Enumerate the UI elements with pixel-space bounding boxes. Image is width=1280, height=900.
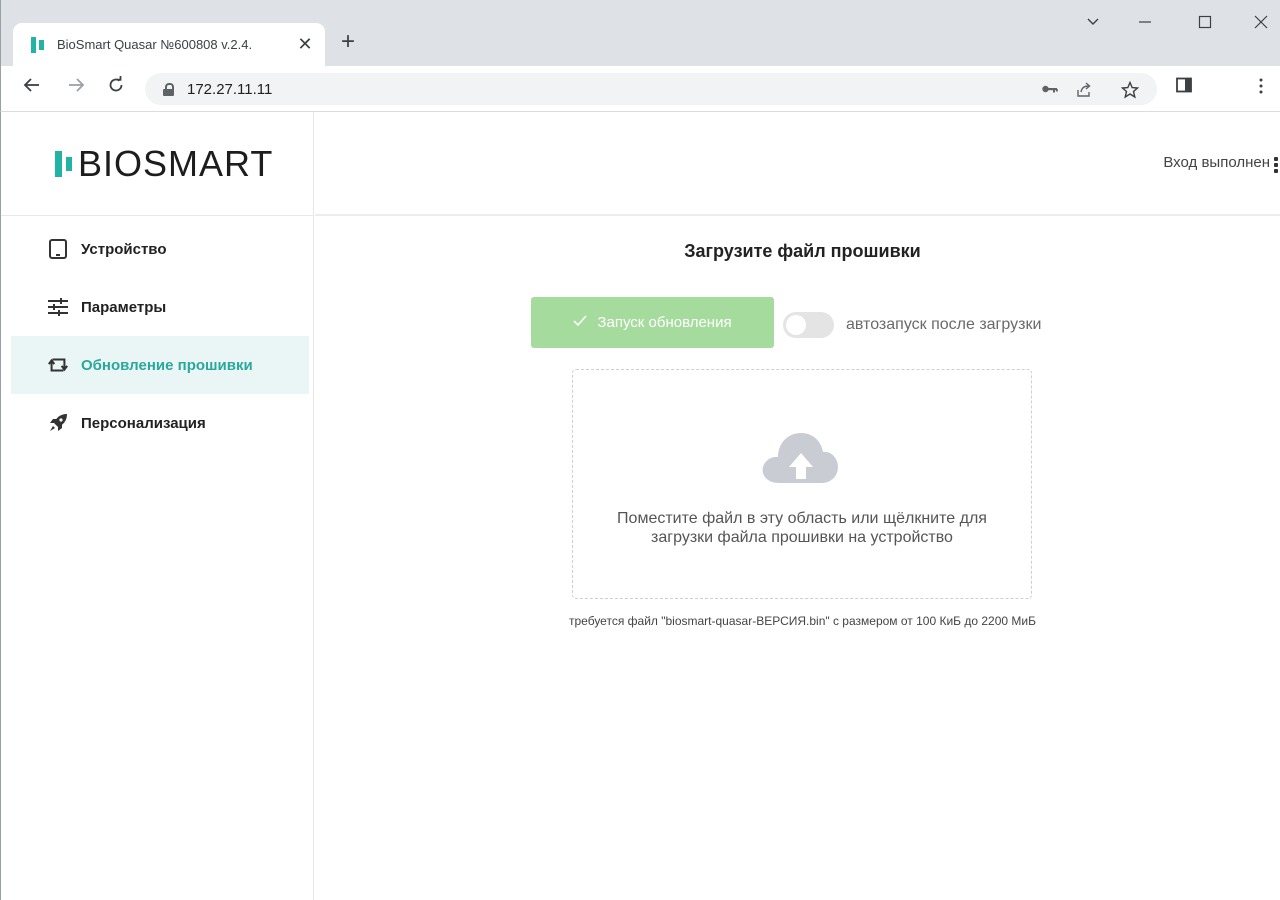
tab-title: BioSmart Quasar №600808 v.2.4. xyxy=(57,37,253,52)
dropzone-text-line-1: Поместите файл в эту область или щёлкнит… xyxy=(617,510,987,527)
sidebar-item-firmware-update[interactable]: Обновление прошивки xyxy=(11,336,309,394)
start-update-button[interactable]: Запуск обновления xyxy=(531,297,774,348)
file-requirements-hint: требуется файл "biosmart-quasar-ВЕРСИЯ.b… xyxy=(569,614,1036,628)
main-content: Загрузите файл прошивки Запуск обновлени… xyxy=(315,216,1280,900)
check-icon xyxy=(573,314,588,331)
sidebar-item-label: Обновление прошивки xyxy=(81,356,253,374)
browser-tab[interactable]: BioSmart Quasar №600808 v.2.4. ✕ xyxy=(13,23,325,66)
sidebar-menu: Устройство Параметры Обновление прошивки… xyxy=(1,216,313,452)
sidebar-item-device[interactable]: Устройство xyxy=(1,220,313,278)
maximize-icon[interactable] xyxy=(1198,14,1212,32)
user-status[interactable]: Вход выполнен xyxy=(1163,154,1270,171)
sidebar-item-label: Устройство xyxy=(81,240,167,258)
bookmark-star-icon[interactable] xyxy=(1120,80,1140,104)
dropzone-text: Поместите файл в эту область или щёлкнит… xyxy=(573,509,1031,547)
header: Вход выполнен xyxy=(315,112,1280,216)
browser-menu-icon[interactable] xyxy=(1258,77,1264,100)
minimize-icon[interactable] xyxy=(1138,14,1152,32)
dropzone-text-line-2: загрузки файла прошивки на устройство xyxy=(651,529,953,546)
browser-toolbar: 172.27.11.11 xyxy=(0,66,1280,112)
reload-icon[interactable] xyxy=(107,76,125,99)
rocket-icon xyxy=(47,412,69,434)
logo[interactable]: BIOSMART xyxy=(1,112,313,216)
close-tab-icon[interactable]: ✕ xyxy=(295,34,315,55)
sidebar-item-parameters[interactable]: Параметры xyxy=(1,278,313,336)
sync-icon xyxy=(47,354,69,376)
url-text: 172.27.11.11 xyxy=(187,80,273,98)
browser-tabstrip: BioSmart Quasar №600808 v.2.4. ✕ + xyxy=(0,0,1280,66)
side-panel-icon[interactable] xyxy=(1176,77,1192,98)
address-bar[interactable]: 172.27.11.11 xyxy=(145,73,1157,105)
sidebar-item-personalization[interactable]: Персонализация xyxy=(1,394,313,452)
tablet-icon xyxy=(47,238,69,260)
sidebar-item-label: Параметры xyxy=(81,298,167,316)
biosmart-favicon-icon xyxy=(31,36,47,53)
share-icon[interactable] xyxy=(1075,81,1093,104)
logo-text: BIOSMART xyxy=(78,142,274,184)
start-update-label: Запуск обновления xyxy=(597,314,732,331)
new-tab-button[interactable]: + xyxy=(341,30,355,54)
biosmart-logo-icon xyxy=(55,150,72,177)
window-close-icon[interactable] xyxy=(1254,14,1268,32)
lock-icon[interactable] xyxy=(163,82,174,96)
sidebar-item-label: Персонализация xyxy=(81,414,206,432)
sidebar: BIOSMART Устройство Параметры Обновление… xyxy=(0,112,314,900)
page-title: Загрузите файл прошивки xyxy=(684,241,921,261)
tab-search-icon[interactable] xyxy=(1086,14,1100,32)
autostart-toggle[interactable] xyxy=(783,312,834,338)
user-menu-icon[interactable] xyxy=(1274,157,1278,175)
cloud-upload-icon xyxy=(761,425,841,490)
key-icon[interactable] xyxy=(1041,81,1059,102)
file-dropzone[interactable]: Поместите файл в эту область или щёлкнит… xyxy=(572,369,1032,599)
autostart-label: автозапуск после загрузки xyxy=(846,316,1042,333)
sliders-icon xyxy=(47,296,69,318)
forward-icon[interactable] xyxy=(67,76,85,99)
back-icon[interactable] xyxy=(23,76,41,99)
